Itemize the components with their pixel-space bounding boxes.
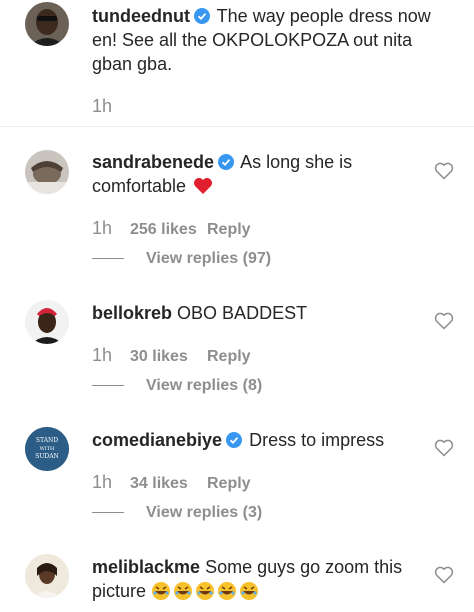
view-replies-button[interactable]: View replies (97) — [92, 250, 271, 268]
likes-count[interactable]: 30 likes — [130, 348, 207, 366]
verified-badge-icon — [218, 152, 235, 170]
comment-time: 1h — [92, 218, 113, 238]
divider — [0, 126, 474, 127]
view-replies-label: View replies (97) — [146, 250, 272, 267]
comment-username[interactable]: bellokreb — [92, 303, 172, 323]
like-heart-icon[interactable] — [434, 162, 454, 180]
view-replies-button[interactable]: View replies (8) — [92, 377, 262, 395]
verified-badge-icon — [226, 430, 243, 448]
comment-username[interactable]: sandrabenede — [92, 152, 214, 172]
avatar[interactable] — [25, 2, 69, 46]
comment-username[interactable]: tundeednut — [92, 6, 190, 26]
comment-time: 1h — [92, 345, 113, 365]
avatar-sudan-text: STAND WITH SUDAN — [25, 427, 69, 471]
comment-time: 1h — [92, 472, 113, 492]
reply-button[interactable]: Reply — [207, 348, 251, 365]
comment-body: Dress to impress — [249, 430, 385, 450]
reply-button[interactable]: Reply — [207, 475, 251, 492]
replies-divider-line — [92, 385, 124, 387]
rolling-on-floor-laughing-emoji-icon — [239, 581, 259, 601]
comment-username[interactable]: meliblackme — [92, 557, 200, 577]
replies-divider-line — [92, 258, 124, 260]
avatar[interactable] — [25, 554, 69, 598]
like-heart-icon[interactable] — [434, 439, 454, 457]
comment-text-block: tundeednut The way people dress now en! … — [92, 4, 437, 76]
view-replies-label: View replies (8) — [146, 377, 263, 394]
comment-meta: 1h 34 likes Reply — [92, 472, 251, 493]
rolling-on-floor-laughing-emoji-icon — [217, 581, 237, 601]
comment-time: 1h — [92, 96, 113, 116]
comment-meta: 1h 256 likes Reply — [92, 218, 251, 239]
comment-body: OBO BADDEST — [177, 303, 308, 323]
verified-badge-icon — [193, 6, 210, 24]
comment-text-block: bellokreb OBO BADDEST — [92, 301, 437, 325]
rolling-on-floor-laughing-emoji-icon — [173, 581, 193, 601]
view-replies-label: View replies (3) — [146, 504, 263, 521]
likes-count[interactable]: 34 likes — [130, 475, 207, 493]
rolling-on-floor-laughing-emoji-icon — [151, 581, 171, 601]
avatar[interactable] — [25, 300, 69, 344]
comment-meta: 1h 30 likes Reply — [92, 345, 251, 366]
comment-text-block: meliblackme Some guys go zoom this pictu… — [92, 555, 437, 603]
comment-username[interactable]: comedianebiye — [92, 430, 222, 450]
like-heart-icon[interactable] — [434, 312, 454, 330]
avatar[interactable] — [25, 150, 69, 194]
rolling-on-floor-laughing-emoji-icon — [195, 581, 215, 601]
likes-count[interactable]: 256 likes — [130, 221, 207, 239]
avatar[interactable]: STAND WITH SUDAN — [25, 427, 69, 471]
comment-meta: 1h — [92, 96, 130, 117]
comment-text-block: comedianebiye Dress to impress — [92, 428, 437, 452]
avatar-text-line: STAND — [36, 437, 58, 444]
avatar-text-line: SUDAN — [35, 453, 59, 460]
avatar-text-line: WITH — [40, 446, 55, 452]
comment-text-block: sandrabenede As long she is comfortable — [92, 150, 437, 198]
like-heart-icon[interactable] — [434, 566, 454, 584]
red-heart-emoji-icon — [193, 177, 213, 195]
replies-divider-line — [92, 512, 124, 514]
emoji-row — [151, 579, 261, 603]
reply-button[interactable]: Reply — [207, 221, 251, 238]
view-replies-button[interactable]: View replies (3) — [92, 504, 262, 522]
